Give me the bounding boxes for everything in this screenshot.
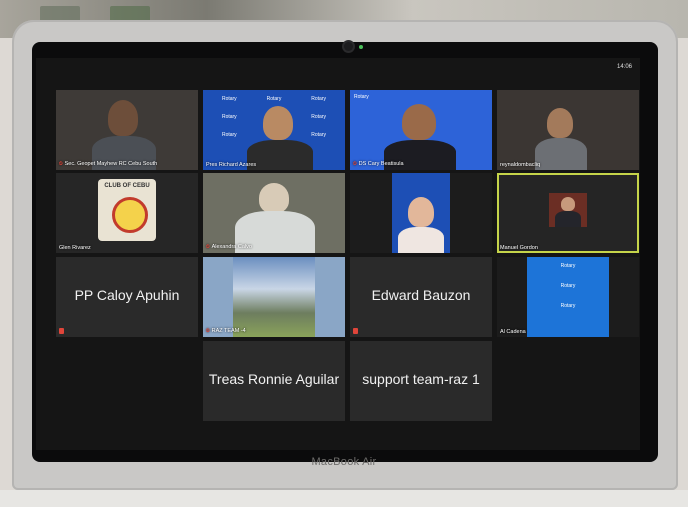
participant-name: ⦸ DS Cary Beatisula xyxy=(353,161,404,167)
mute-icon: ⦸ xyxy=(206,328,210,334)
video-tile[interactable]: ⦸ Sec. Geopet Mayhew RC Cebu South xyxy=(56,90,198,170)
rotary-backdrop: Rotary Rotary Rotary xyxy=(527,257,609,337)
participant-name: Glen Rivarez xyxy=(59,245,91,251)
video-tile[interactable]: support team-raz 1 xyxy=(350,341,492,421)
participant-name: Al Cadena xyxy=(500,329,526,335)
camera-led xyxy=(359,45,363,49)
rotary-banner: Rotary xyxy=(560,303,576,309)
participant-face xyxy=(108,100,138,136)
video-tile[interactable]: Rotary ⦸ DS Cary Beatisula xyxy=(350,90,492,170)
participant-face xyxy=(408,197,434,227)
participant-name: Pres Richard Azares xyxy=(206,162,257,168)
video-tile[interactable]: Treas Ronnie Aguilar xyxy=(203,341,345,421)
participant-name-large: Treas Ronnie Aguilar xyxy=(208,371,340,387)
participant-name: ⦸ Sec. Geopet Mayhew RC Cebu South xyxy=(59,161,158,167)
mute-icon xyxy=(353,328,358,334)
device-brand: MacBook Air xyxy=(311,456,377,468)
video-tile-active[interactable]: Manuel Gordon xyxy=(497,173,639,253)
video-tile[interactable]: Edward Bauzon xyxy=(350,257,492,337)
rotary-banner: Rotary xyxy=(560,263,576,269)
participant-face xyxy=(402,104,436,140)
participant-body xyxy=(398,227,444,253)
laptop-hinge xyxy=(0,490,688,507)
video-tile[interactable]: Rotary Rotary Rotary Rotary Rotary Rotary Ro… xyxy=(203,90,345,170)
rotary-banner: Rotary xyxy=(354,94,369,100)
video-tile[interactable]: Rotary Rotary Rotary Al Cadena xyxy=(497,257,639,337)
mute-icon: ⦸ xyxy=(206,244,210,250)
participant-face xyxy=(259,183,289,213)
video-tile[interactable]: ⦸ Alexandra Calvo xyxy=(203,173,345,253)
video-tile[interactable]: CLUB OF CEBU Glen Rivarez xyxy=(56,173,198,253)
rotary-banner: RotaryRotaryRotary xyxy=(221,96,326,102)
participant-body xyxy=(535,138,587,170)
participant-name: ⦸ Alexandra Calvo xyxy=(206,244,252,250)
mute-icon: ⦸ xyxy=(353,161,357,167)
club-logo: CLUB OF CEBU xyxy=(98,179,156,241)
mute-icon: ⦸ xyxy=(59,161,63,167)
participant-name-large: support team-raz 1 xyxy=(362,371,480,387)
participant-name: reynaldombacliq xyxy=(500,162,541,168)
participant-body xyxy=(247,140,313,170)
participant-face xyxy=(263,106,293,140)
mountain-image xyxy=(233,257,315,337)
mute-icon xyxy=(59,328,64,334)
video-tile[interactable]: ⦸ RAZ TEAM -4 xyxy=(203,257,345,337)
participant-name: Manuel Gordon xyxy=(500,245,538,251)
video-tile[interactable]: PP Caloy Apuhin xyxy=(56,257,198,337)
camera-icon xyxy=(344,42,353,51)
participant-photo xyxy=(549,193,587,227)
participant-name: ⦸ RAZ TEAM -4 xyxy=(206,328,246,334)
rotary-banner: Rotary xyxy=(560,283,576,289)
zoom-window: 14:06 ⦸ Sec. Geopet Mayhew RC Cebu South … xyxy=(36,58,640,450)
participant-face xyxy=(547,108,573,138)
video-tile[interactable]: reynaldombacliq xyxy=(497,90,639,170)
video-tile[interactable] xyxy=(350,173,492,253)
participant-name-large: Edward Bauzon xyxy=(371,287,471,303)
clock: 14:06 xyxy=(616,64,632,70)
participant-name-large: PP Caloy Apuhin xyxy=(74,287,180,303)
